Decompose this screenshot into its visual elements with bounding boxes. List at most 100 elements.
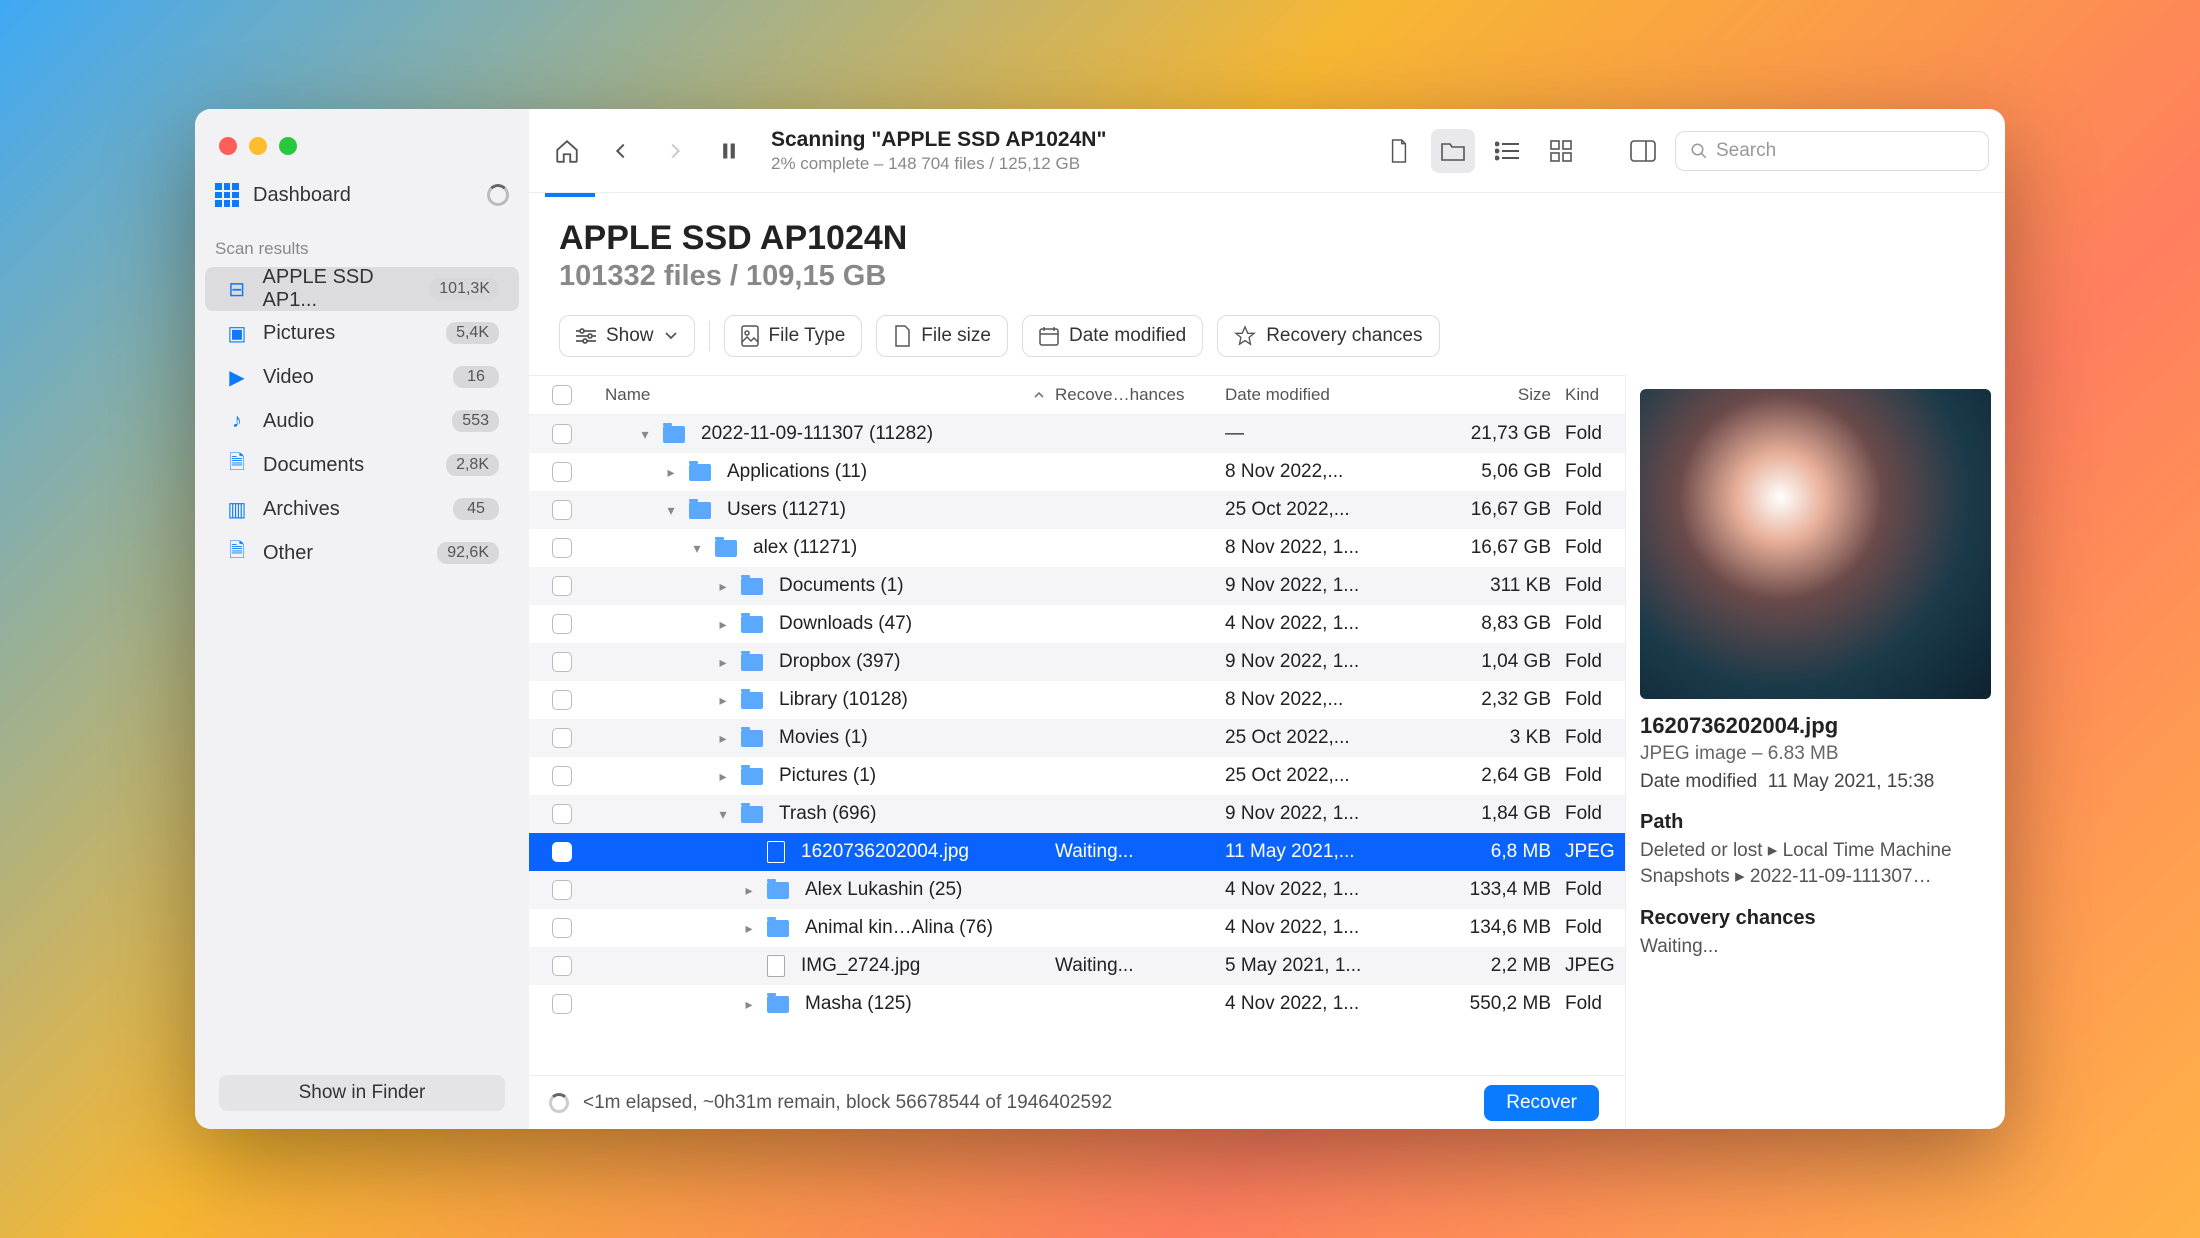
view-folder-icon[interactable]: [1431, 129, 1475, 173]
row-checkbox[interactable]: [552, 728, 572, 748]
home-icon[interactable]: [545, 129, 589, 173]
sidebar-item-badge: 2,8K: [446, 454, 499, 476]
row-checkbox[interactable]: [552, 500, 572, 520]
table-row[interactable]: 1620736202004.jpg Waiting... 11 May 2021…: [529, 833, 1625, 871]
row-size: 5,06 GB: [1415, 461, 1565, 483]
table-row[interactable]: ▸Downloads (47) 4 Nov 2022, 1... 8,83 GB…: [529, 605, 1625, 643]
disclosure-icon[interactable]: ▸: [715, 730, 731, 747]
column-name[interactable]: Name: [595, 385, 1055, 405]
row-date: 4 Nov 2022, 1...: [1225, 917, 1415, 939]
scan-subtitle: 2% complete – 148 704 files / 125,12 GB: [771, 154, 1106, 174]
search-input[interactable]: Search: [1675, 131, 1989, 171]
row-checkbox[interactable]: [552, 614, 572, 634]
disclosure-icon[interactable]: ▸: [663, 464, 679, 481]
row-kind: Fold: [1565, 499, 1625, 521]
forward-icon[interactable]: [653, 129, 697, 173]
sidebar-item-dashboard[interactable]: Dashboard: [195, 173, 529, 217]
column-size[interactable]: Size: [1415, 385, 1565, 405]
disclosure-icon[interactable]: ▸: [715, 616, 731, 633]
row-checkbox[interactable]: [552, 652, 572, 672]
column-kind[interactable]: Kind: [1565, 385, 1625, 405]
row-checkbox[interactable]: [552, 880, 572, 900]
table-row[interactable]: ▸Movies (1) 25 Oct 2022,... 3 KB Fold: [529, 719, 1625, 757]
row-size: 3 KB: [1415, 727, 1565, 749]
sidebar-item-archive[interactable]: ▥Archives45: [205, 487, 519, 531]
table-row[interactable]: ▸Dropbox (397) 9 Nov 2022, 1... 1,04 GB …: [529, 643, 1625, 681]
row-date: 25 Oct 2022,...: [1225, 727, 1415, 749]
column-date[interactable]: Date modified: [1225, 385, 1415, 405]
row-checkbox[interactable]: [552, 424, 572, 444]
recover-button[interactable]: Recover: [1484, 1085, 1599, 1121]
table-row[interactable]: ▾2022-11-09-111307 (11282) — 21,73 GB Fo…: [529, 415, 1625, 453]
row-checkbox[interactable]: [552, 690, 572, 710]
pause-icon[interactable]: [707, 129, 751, 173]
sidebar-item-video[interactable]: ▶Video16: [205, 355, 519, 399]
table-row[interactable]: ▸Pictures (1) 25 Oct 2022,... 2,64 GB Fo…: [529, 757, 1625, 795]
disclosure-icon[interactable]: ▸: [715, 768, 731, 785]
disclosure-icon[interactable]: ▸: [741, 920, 757, 937]
recovery-chances-filter[interactable]: Recovery chances: [1217, 315, 1439, 357]
file-type-filter[interactable]: File Type: [724, 315, 863, 357]
table-row[interactable]: ▸Animal kin…Alina (76) 4 Nov 2022, 1... …: [529, 909, 1625, 947]
zoom-icon[interactable]: [279, 137, 297, 155]
show-filter[interactable]: Show: [559, 315, 695, 357]
row-checkbox[interactable]: [552, 538, 572, 558]
date-modified-filter[interactable]: Date modified: [1022, 315, 1203, 357]
row-checkbox[interactable]: [552, 956, 572, 976]
column-recovery[interactable]: Recove…hances: [1055, 385, 1225, 405]
table-row[interactable]: ▸Alex Lukashin (25) 4 Nov 2022, 1... 133…: [529, 871, 1625, 909]
calendar-icon: [1039, 326, 1059, 346]
show-in-finder-button[interactable]: Show in Finder: [219, 1075, 505, 1111]
row-date: 9 Nov 2022, 1...: [1225, 803, 1415, 825]
row-checkbox[interactable]: [552, 994, 572, 1014]
table-row[interactable]: ▸Applications (11) 8 Nov 2022,... 5,06 G…: [529, 453, 1625, 491]
view-list-icon[interactable]: [1485, 129, 1529, 173]
folder-icon: [715, 540, 737, 557]
row-checkbox[interactable]: [552, 918, 572, 938]
disclosure-icon[interactable]: ▾: [715, 806, 731, 823]
table-row[interactable]: ▸Library (10128) 8 Nov 2022,... 2,32 GB …: [529, 681, 1625, 719]
view-grid-icon[interactable]: [1539, 129, 1583, 173]
status-text: <1m elapsed, ~0h31m remain, block 566785…: [583, 1092, 1112, 1114]
toggle-preview-icon[interactable]: [1621, 129, 1665, 173]
table-row[interactable]: ▾Trash (696) 9 Nov 2022, 1... 1,84 GB Fo…: [529, 795, 1625, 833]
disclosure-icon[interactable]: ▸: [715, 692, 731, 709]
filter-bar: Show File Type File size Date modified R…: [529, 301, 2005, 375]
sidebar-item-audio[interactable]: ♪Audio553: [205, 399, 519, 443]
row-checkbox[interactable]: [552, 842, 572, 862]
row-checkbox[interactable]: [552, 462, 572, 482]
disclosure-icon[interactable]: ▾: [637, 426, 653, 443]
row-checkbox[interactable]: [552, 576, 572, 596]
disclosure-icon[interactable]: ▸: [715, 654, 731, 671]
row-name: Trash (696): [779, 803, 877, 825]
table-row[interactable]: ▸Masha (125) 4 Nov 2022, 1... 550,2 MB F…: [529, 985, 1625, 1023]
table-row[interactable]: ▾Users (11271) 25 Oct 2022,... 16,67 GB …: [529, 491, 1625, 529]
row-kind: Fold: [1565, 765, 1625, 787]
select-all-checkbox[interactable]: [552, 385, 572, 405]
row-date: 4 Nov 2022, 1...: [1225, 993, 1415, 1015]
disclosure-icon[interactable]: ▸: [741, 996, 757, 1013]
row-checkbox[interactable]: [552, 766, 572, 786]
sidebar-item-doc[interactable]: 🗎Documents2,8K: [205, 443, 519, 487]
disclosure-icon[interactable]: ▸: [741, 882, 757, 899]
disclosure-icon[interactable]: ▸: [715, 578, 731, 595]
row-name: Library (10128): [779, 689, 908, 711]
traffic-lights: [195, 109, 529, 173]
table-row[interactable]: ▸Documents (1) 9 Nov 2022, 1... 311 KB F…: [529, 567, 1625, 605]
close-icon[interactable]: [219, 137, 237, 155]
back-icon[interactable]: [599, 129, 643, 173]
disclosure-icon[interactable]: ▾: [689, 540, 705, 557]
sidebar-item-drive[interactable]: ⊟APPLE SSD AP1...101,3K: [205, 267, 519, 311]
disclosure-icon[interactable]: ▾: [663, 502, 679, 519]
table-row[interactable]: IMG_2724.jpg Waiting... 5 May 2021, 1...…: [529, 947, 1625, 985]
table-row[interactable]: ▾alex (11271) 8 Nov 2022, 1... 16,67 GB …: [529, 529, 1625, 567]
file-size-filter[interactable]: File size: [876, 315, 1008, 357]
sliders-icon: [576, 328, 596, 344]
minimize-icon[interactable]: [249, 137, 267, 155]
sidebar-item-image[interactable]: ▣Pictures5,4K: [205, 311, 519, 355]
preview-recovery-value: Waiting...: [1640, 934, 1991, 960]
sidebar-item-other[interactable]: 🗎Other92,6K: [205, 531, 519, 575]
row-checkbox[interactable]: [552, 804, 572, 824]
row-name: Alex Lukashin (25): [805, 879, 962, 901]
view-file-icon[interactable]: [1377, 129, 1421, 173]
